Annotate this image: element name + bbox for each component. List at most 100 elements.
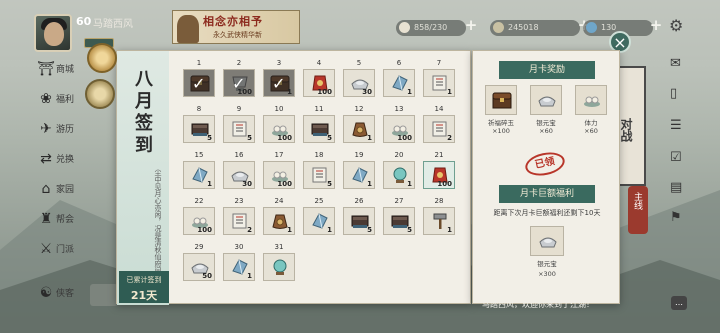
sect-icon: ⚔ [39,241,53,257]
signin-day-cell[interactable]: 30 1 [221,243,257,281]
signin-day-cell[interactable]: 13 100 [381,105,417,143]
nav-label: 门派 [56,245,75,255]
monthcard-reward[interactable]: 银元宝 ×60 [530,85,562,135]
add-silver-button[interactable]: + [464,18,478,33]
nav-item-travel[interactable]: ✈ 游历 [34,118,74,148]
team-icon[interactable]: ⚑ [670,210,686,226]
monthcard-panel: 月卡奖励 祈福碎玉 ×100 银元宝 ×60 体力 ×60 已领 月卡巨额福利 … [472,50,620,304]
reward-slot: 1 [383,161,415,189]
reward-slot: 5 [303,115,335,143]
reward-slot: 1 [223,253,255,281]
add-gems-button[interactable]: + [649,18,663,33]
signin-day-cell[interactable]: 16 30 [221,151,257,189]
reward-slot: 5 [383,207,415,235]
reward-slot: 1 [343,115,375,143]
signin-day-cell[interactable]: 21 100 [421,151,457,189]
reward-qty: 5 [247,134,252,142]
signin-day-cell[interactable]: 24 1 [261,197,297,235]
signin-day-cell[interactable]: 61 [381,59,417,97]
reward-qty: 2 [247,226,252,234]
reward-slot: 1 [183,161,215,189]
signin-day-cell[interactable]: 25 1 [301,197,337,235]
nav-item-guild[interactable]: ♜ 帮会 [34,208,74,238]
signin-day-cell[interactable]: 12 1 [341,105,377,143]
book-icon[interactable]: ▤ [670,180,686,196]
signin-day-cell[interactable]: 85 [181,105,217,143]
day-number: 2 [236,59,242,67]
signin-day-cell[interactable]: 15 1 [181,151,217,189]
mail-icon[interactable]: ✉ [670,56,686,72]
claimed-overlay: ✓ [184,70,214,96]
food-icon [582,91,602,109]
signin-day-cell[interactable]: 1 ✓ [181,59,217,97]
chat-icon[interactable]: … [671,296,687,310]
nav-item-shop[interactable]: ⛩ 商城 [34,58,74,88]
reward-qty: 2 [447,134,452,142]
task-icon[interactable]: ☑ [670,150,686,166]
reward-qty: 30 [362,88,372,96]
signin-day-cell[interactable]: 17 100 [261,151,297,189]
signin-day-cell[interactable]: 71 [421,59,457,97]
nav-item-welfare[interactable]: ❀ 福利 [34,88,74,118]
reward-qty: 100 [197,226,212,234]
nav-item-hero[interactable]: ☯ 侠客 [34,282,74,312]
list-icon[interactable]: ☰ [670,118,686,134]
day-number: 24 [274,197,284,205]
signin-day-cell[interactable]: 29 50 [181,243,217,281]
nav-item-home[interactable]: ⌂ 家园 [34,178,74,208]
day-number: 1 [196,59,202,67]
signin-day-cell[interactable]: 31 [261,243,297,281]
signin-day-cell[interactable]: 4 100 [301,59,337,97]
chat-message[interactable]: 马踏西风，欢迎你来到了江湖！ [482,299,672,313]
nav-label: 家园 [56,185,75,195]
event-banner[interactable]: 相念亦相予 永久武侠精华新 [172,10,300,44]
signin-day-cell[interactable]: 3 1✓ [261,59,297,97]
signin-day-cell[interactable]: 28 1 [421,197,457,235]
claimed-overlay: ✓ [224,70,254,96]
day-number: 29 [194,243,204,251]
signin-day-cell[interactable]: 2 100✓ [221,59,257,97]
resource-coins: 245018 [490,20,580,36]
signin-day-cell[interactable]: 95 [221,105,257,143]
bag-icon[interactable]: ▯ [670,86,686,102]
reward-slot: 100✓ [223,69,255,97]
signin-day-cell[interactable]: 10 100 [261,105,297,143]
signin-day-cell[interactable]: 19 1 [341,151,377,189]
nav-label: 游历 [56,125,75,135]
reward-qty: 5 [207,134,212,142]
silver-icon [399,22,410,33]
signin-day-cell[interactable]: 20 1 [381,151,417,189]
signin-day-cell[interactable]: 26 5 [341,197,377,235]
monthcard-reward[interactable]: 体力 ×60 [575,85,607,135]
medal-icon-secondary[interactable] [85,79,115,109]
reward-qty: 1 [367,180,372,188]
reward-slot: 100 [423,161,455,189]
day-number: 21 [434,151,444,159]
player-avatar[interactable] [34,14,72,52]
gear-icon[interactable]: ⚙ [669,18,685,34]
signin-day-cell[interactable]: 27 5 [381,197,417,235]
signin-count-label: 已累计签到 [126,276,162,284]
nav-item-sect[interactable]: ⚔ 门派 [34,238,74,268]
monthcard-big-reward[interactable]: 银元宝 ×300 [530,226,564,278]
signin-day-cell[interactable]: 23 2 [221,197,257,235]
medal-icon[interactable] [87,43,117,73]
signin-day-cell[interactable]: 5 30 [341,59,377,97]
ingot-icon [537,91,557,109]
exchange-icon: ⇄ [40,151,52,167]
reward-qty: ×100 [492,127,510,135]
nav-item-exchange[interactable]: ⇄ 兑换 [34,148,74,178]
signin-title: 八月签到 [135,69,153,156]
nav-label: 福利 [56,95,75,105]
monthcard-reward[interactable]: 祈福碎玉 ×100 [485,85,517,135]
signin-day-cell[interactable]: 22 100 [181,197,217,235]
gem-icon [586,22,597,33]
signin-day-cell[interactable]: 11 5 [301,105,337,143]
nav-label: 商城 [56,65,75,75]
signin-day-cell[interactable]: 14 2 [421,105,457,143]
monthcard-big-desc: 距离下次月卡巨额福利还剩下10天 [493,209,601,217]
home-icon: ⌂ [41,181,51,197]
signin-day-cell[interactable]: 18 5 [301,151,337,189]
mainline-button[interactable]: 主线 [628,186,648,234]
chat-toggle-button[interactable] [90,284,118,306]
